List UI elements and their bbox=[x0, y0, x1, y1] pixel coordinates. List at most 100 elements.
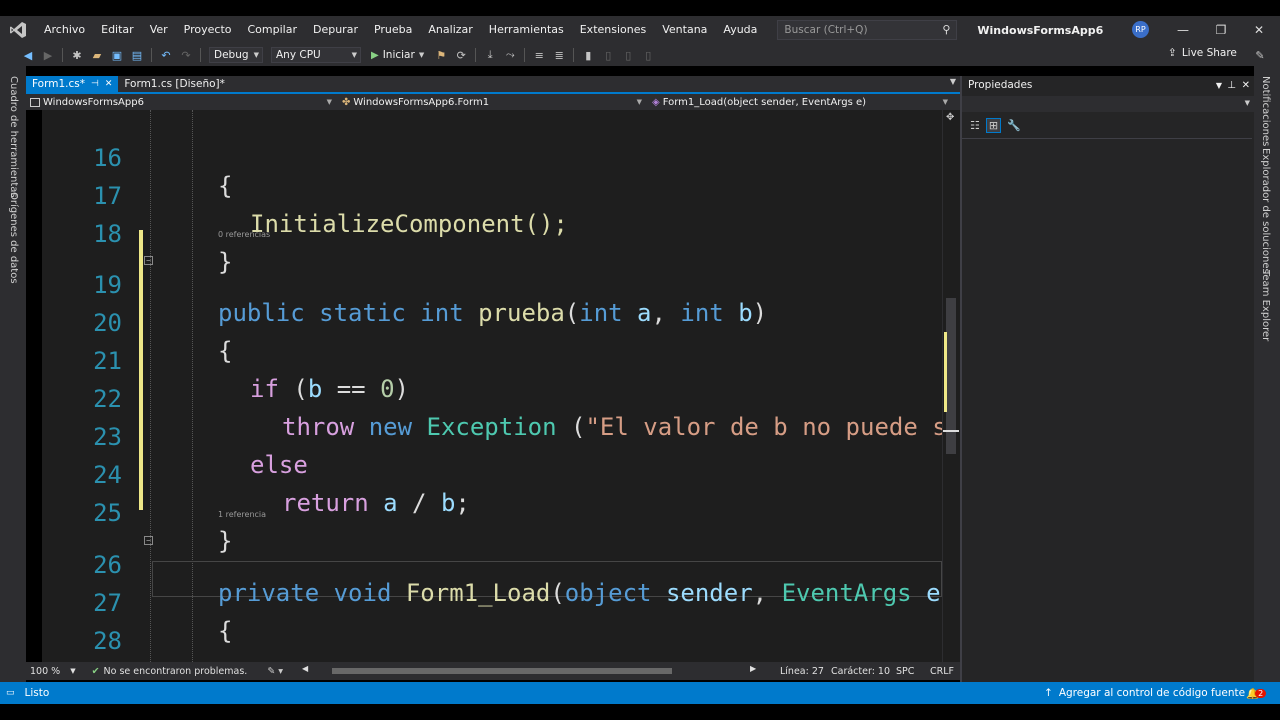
char-indicator[interactable]: Carácter: 10 bbox=[831, 666, 890, 677]
team-explorer-tab[interactable]: Team Explorer bbox=[1260, 270, 1271, 341]
menu-ventana[interactable]: Ventana bbox=[654, 16, 715, 44]
menu-herramientas[interactable]: Herramientas bbox=[481, 16, 572, 44]
tab-list-dropdown-icon[interactable]: ▼ bbox=[950, 77, 956, 86]
restore-button[interactable]: ❐ bbox=[1202, 16, 1240, 44]
line-indicator[interactable]: Línea: 27 bbox=[780, 666, 824, 677]
next-bookmark-icon[interactable]: ▯ bbox=[621, 48, 635, 62]
menu-compilar[interactable]: Compilar bbox=[240, 16, 305, 44]
scroll-left-icon[interactable]: ◀ bbox=[302, 664, 308, 673]
spacing-indicator[interactable]: SPC bbox=[896, 666, 914, 677]
menu-archivo[interactable]: Archivo bbox=[36, 16, 93, 44]
project-dropdown[interactable]: WindowsFormsApp6 ▼ bbox=[26, 94, 338, 110]
pin-icon[interactable]: ⊣ bbox=[91, 79, 99, 89]
code-line: 16 { bbox=[42, 116, 942, 200]
split-editor-icon[interactable]: ✥ bbox=[946, 112, 954, 123]
pin-icon[interactable]: ⊥ bbox=[1227, 80, 1236, 91]
toolbox-tab[interactable]: Cuadro de herramientas bbox=[8, 76, 19, 198]
csharp-project-icon bbox=[30, 97, 40, 107]
data-sources-tab[interactable]: Orígenes de datos bbox=[8, 192, 19, 284]
open-file-icon[interactable]: ▰ bbox=[90, 48, 104, 62]
live-share-icon: ⇪ bbox=[1168, 47, 1177, 59]
forward-icon[interactable]: ▶ bbox=[41, 48, 55, 62]
change-marker bbox=[944, 332, 947, 412]
code-line: 17 InitializeComponent(); bbox=[42, 154, 942, 238]
hot-reload-icon[interactable]: ⟳ bbox=[454, 48, 468, 62]
no-issues-indicator[interactable]: ✔ No se encontraron problemas. bbox=[92, 666, 248, 677]
menu-ayuda[interactable]: Ayuda bbox=[715, 16, 765, 44]
categorized-icon[interactable]: ☷ bbox=[970, 119, 980, 132]
member-dropdown[interactable]: ◈ Form1_Load(object sender, EventArgs e)… bbox=[648, 94, 954, 110]
code-cleanup-icon[interactable]: ✎ ▾ bbox=[267, 666, 283, 677]
back-icon[interactable]: ◀ bbox=[21, 48, 35, 62]
toolbar-separator bbox=[62, 48, 63, 62]
line-ending-indicator[interactable]: CRLF bbox=[930, 666, 954, 677]
minimize-button[interactable]: — bbox=[1164, 16, 1202, 44]
scroll-right-icon[interactable]: ▶ bbox=[750, 664, 756, 673]
step-over-icon[interactable]: ⤳ bbox=[503, 48, 517, 62]
browser-link-icon[interactable]: ⚑ bbox=[434, 48, 448, 62]
code-line: 23 else bbox=[42, 395, 942, 479]
visual-studio-window: Archivo Editar Ver Proyecto Compilar Dep… bbox=[0, 0, 1280, 720]
chevron-down-icon: ▼ bbox=[942, 98, 948, 106]
toolbar-separator bbox=[573, 48, 575, 62]
editor-horizontal-scrollbar[interactable]: ◀ ▶ bbox=[302, 664, 782, 676]
properties-header: Propiedades ▼ ⊥ ✕ bbox=[962, 76, 1254, 94]
object-selector-dropdown[interactable]: ▼ bbox=[962, 96, 1254, 112]
menu-analizar[interactable]: Analizar bbox=[420, 16, 480, 44]
prev-bookmark-icon[interactable]: ▯ bbox=[601, 48, 615, 62]
menu-prueba[interactable]: Prueba bbox=[366, 16, 420, 44]
caret-marker bbox=[943, 430, 959, 432]
source-control-button[interactable]: ↑ Agregar al control de código fuente ▲ bbox=[1044, 687, 1257, 699]
user-avatar[interactable]: RP bbox=[1132, 21, 1149, 38]
feedback-icon[interactable]: ✎ bbox=[1253, 48, 1267, 62]
scrollbar-thumb[interactable] bbox=[332, 668, 672, 674]
live-share-button[interactable]: ⇪ Live Share bbox=[1168, 47, 1237, 59]
tab-form1-design[interactable]: Form1.cs [Diseño]* bbox=[118, 76, 231, 92]
clear-bookmarks-icon[interactable]: ▯ bbox=[641, 48, 655, 62]
start-button[interactable]: ▶ Iniciar ▼ bbox=[371, 49, 424, 61]
properties-panel: Propiedades ▼ ⊥ ✕ ▼ ☷ ⊞ 🔧 bbox=[960, 76, 1254, 682]
menu-editar[interactable]: Editar bbox=[93, 16, 142, 44]
comment-icon[interactable]: ≡ bbox=[532, 48, 546, 62]
solution-platform-dropdown[interactable]: Any CPU ▼ bbox=[271, 47, 361, 63]
tab-form1-cs[interactable]: Form1.cs* ⊣ ✕ bbox=[26, 76, 119, 92]
search-box[interactable]: Buscar (Ctrl+Q) ⚲ bbox=[777, 20, 958, 40]
notifications-button[interactable]: 🔔 2 bbox=[1246, 687, 1267, 700]
close-window-button[interactable]: ✕ bbox=[1240, 16, 1278, 44]
zoom-dropdown[interactable]: 100 % ▼ bbox=[30, 666, 76, 677]
menu-depurar[interactable]: Depurar bbox=[305, 16, 366, 44]
properties-toolbar: ☷ ⊞ 🔧 bbox=[962, 114, 1254, 136]
save-icon[interactable]: ▣ bbox=[110, 48, 124, 62]
properties-grid bbox=[962, 138, 1252, 682]
code-line: 22 throw new Exception ("El valor de b n… bbox=[42, 357, 942, 441]
undo-icon[interactable]: ↶ bbox=[159, 48, 173, 62]
editor-vertical-scrollbar[interactable]: ✥ bbox=[942, 110, 960, 662]
alphabetical-icon[interactable]: ⊞ bbox=[985, 117, 1002, 133]
uncomment-icon[interactable]: ≣ bbox=[552, 48, 566, 62]
menu-extensiones[interactable]: Extensiones bbox=[572, 16, 655, 44]
code-line: 28 bbox=[42, 599, 942, 655]
step-into-icon[interactable]: ⤓ bbox=[483, 48, 497, 62]
bookmark-icon[interactable]: ▮ bbox=[581, 48, 595, 62]
status-icon: ▭ bbox=[6, 688, 15, 698]
close-panel-icon[interactable]: ✕ bbox=[1242, 80, 1250, 91]
close-tab-icon[interactable]: ✕ bbox=[105, 79, 113, 89]
codelens-references[interactable]: 1 referencia bbox=[218, 510, 266, 519]
class-dropdown[interactable]: ✤ WindowsFormsApp6.Form1 ▼ bbox=[338, 94, 648, 110]
solution-explorer-tab[interactable]: Explorador de soluciones bbox=[1260, 148, 1271, 274]
property-pages-icon[interactable]: 🔧 bbox=[1007, 119, 1021, 132]
save-all-icon[interactable]: ▤ bbox=[130, 48, 144, 62]
code-editor[interactable]: − − 16 { 17 InitializeComponent(); 18 } … bbox=[42, 110, 942, 662]
project-name: WindowsFormsApp6 bbox=[43, 96, 144, 108]
notifications-tab[interactable]: Notificaciones bbox=[1260, 76, 1271, 146]
window-position-icon[interactable]: ▼ bbox=[1216, 81, 1222, 90]
document-tab-strip: Form1.cs* ⊣ ✕ Form1.cs [Diseño]* ▼ bbox=[26, 76, 960, 94]
redo-icon[interactable]: ↷ bbox=[179, 48, 193, 62]
codelens-references[interactable]: 0 referencias bbox=[218, 230, 270, 239]
menu-ver[interactable]: Ver bbox=[142, 16, 176, 44]
new-project-icon[interactable]: ✱ bbox=[70, 48, 84, 62]
solution-configuration-dropdown[interactable]: Debug ▼ bbox=[209, 47, 263, 63]
configuration-value: Debug bbox=[214, 49, 249, 61]
arrow-up-icon: ↑ bbox=[1044, 687, 1053, 699]
menu-proyecto[interactable]: Proyecto bbox=[176, 16, 240, 44]
